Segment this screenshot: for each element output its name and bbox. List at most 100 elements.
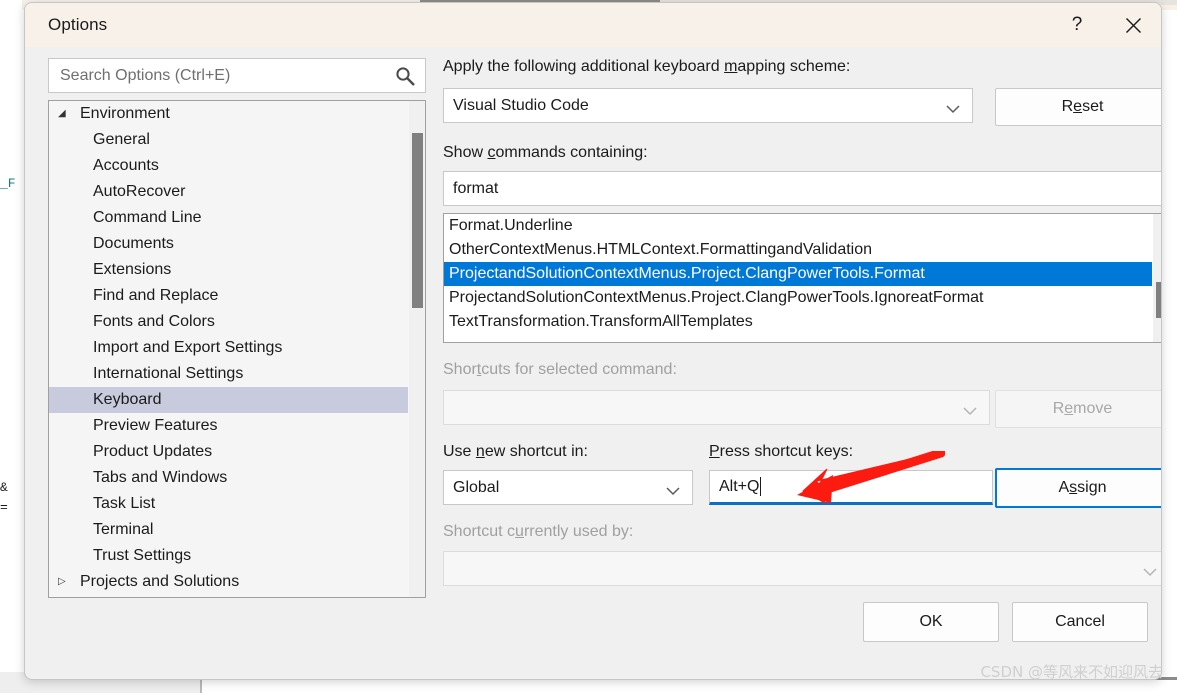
text-caret: [760, 477, 762, 496]
press-shortcut-keys-input[interactable]: Alt+Q: [709, 470, 993, 505]
tree-items-container: ◢ Environment General Accounts AutoRecover Co…: [49, 101, 408, 597]
shortcuts-for-command-label: Shortcuts for selected command:: [443, 361, 677, 378]
command-list-item[interactable]: OtherContextMenus.HTMLContext.Formatting…: [444, 238, 1152, 262]
tree-item-environment[interactable]: ◢ Environment: [49, 101, 408, 127]
chevron-down-icon: [946, 101, 960, 119]
tree-item-label: Find and Replace: [93, 287, 219, 304]
mapping-scheme-combo[interactable]: Visual Studio Code: [443, 88, 973, 123]
ide-code-fragment: _F: [0, 176, 16, 191]
search-icon: [395, 66, 416, 92]
mapping-scheme-value: Visual Studio Code: [453, 96, 589, 114]
use-new-shortcut-combo[interactable]: Global: [443, 470, 693, 505]
tree-item-tabs-and-windows[interactable]: Tabs and Windows: [49, 465, 408, 491]
tree-item-find-and-replace[interactable]: Find and Replace: [49, 283, 408, 309]
tree-item-keyboard[interactable]: Keyboard: [49, 387, 408, 413]
tree-item-label: Projects and Solutions: [80, 573, 240, 590]
tree-item-command-line[interactable]: Command Line: [49, 205, 408, 231]
tree-item-preview-features[interactable]: Preview Features: [49, 413, 408, 439]
press-shortcut-keys-value: Alt+Q: [719, 477, 760, 495]
options-dialog: Options ? Search Options (Ctrl+E) ◢ Envi…: [24, 2, 1162, 680]
tree-item-fonts-and-colors[interactable]: Fonts and Colors: [49, 309, 408, 335]
tree-item-general[interactable]: General: [49, 127, 408, 153]
tree-item-label: Accounts: [93, 157, 159, 174]
shortcuts-for-command-combo[interactable]: [443, 390, 990, 425]
tree-item-autorecover[interactable]: AutoRecover: [49, 179, 408, 205]
remove-button[interactable]: Remove: [995, 390, 1161, 428]
tree-item-documents[interactable]: Documents: [49, 231, 408, 257]
tree-scrollbar[interactable]: [409, 101, 425, 597]
tree-item-label: Preview Features: [93, 417, 218, 434]
tree-item-label: Trust Settings: [93, 547, 192, 564]
cancel-button[interactable]: Cancel: [1012, 602, 1148, 642]
tree-item-label: Keyboard: [93, 391, 162, 408]
tree-item-international-settings[interactable]: International Settings: [49, 361, 408, 387]
ide-editor-left-sliver: _F & =: [0, 0, 22, 693]
command-list-item[interactable]: TextTransformation.TransformAllTemplates: [444, 310, 1152, 334]
chevron-down-icon: [963, 403, 977, 421]
tree-item-task-list[interactable]: Task List: [49, 491, 408, 517]
commands-list-items: Format.Underline OtherContextMenus.HTMLCo…: [444, 214, 1152, 342]
tree-item-extensions[interactable]: Extensions: [49, 257, 408, 283]
titlebar-buttons: ?: [1049, 3, 1161, 47]
tree-item-label: Fonts and Colors: [93, 313, 215, 330]
tree-item-accounts[interactable]: Accounts: [49, 153, 408, 179]
show-commands-label: Show commands containing:: [443, 144, 648, 161]
mapping-scheme-label: Apply the following additional keyboard …: [443, 58, 851, 75]
command-list-item[interactable]: Format.Underline: [444, 214, 1152, 238]
assign-button[interactable]: Assign: [995, 468, 1161, 508]
tree-item-label: Tabs and Windows: [93, 469, 228, 486]
tree-item-label: AutoRecover: [93, 183, 186, 200]
tree-item-trust-settings[interactable]: Trust Settings: [49, 543, 408, 569]
ide-code-fragment: &: [0, 480, 8, 495]
use-new-shortcut-label: Use new shortcut in:: [443, 443, 588, 460]
tree-item-label: Task List: [93, 495, 156, 512]
tree-item-projects-and-solutions[interactable]: ▷ Projects and Solutions: [49, 569, 408, 595]
ok-button-label: OK: [919, 613, 943, 630]
tree-item-label: Extensions: [93, 261, 172, 278]
options-category-tree[interactable]: ◢ Environment General Accounts AutoRecover Co…: [48, 100, 426, 598]
tree-scrollbar-thumb[interactable]: [412, 133, 423, 308]
shortcut-used-by-combo[interactable]: [443, 551, 1161, 586]
show-commands-input[interactable]: format: [443, 171, 1161, 206]
close-icon: [1125, 17, 1141, 33]
remove-button-label: Remove: [1052, 400, 1113, 417]
chevron-down-icon: [666, 483, 680, 501]
commands-list-scrollbar[interactable]: [1153, 214, 1161, 342]
tree-item-product-updates[interactable]: Product Updates: [49, 439, 408, 465]
press-shortcut-keys-label: Press shortcut keys:: [709, 443, 854, 460]
close-button[interactable]: [1105, 3, 1161, 47]
assign-button-label: Assign: [1058, 479, 1107, 496]
reset-button[interactable]: Reset: [995, 88, 1161, 126]
search-options-box[interactable]: [48, 58, 426, 93]
tree-item-label: Product Updates: [93, 443, 213, 460]
tree-item-label: Terminal: [93, 521, 154, 538]
keyboard-options-pane: Apply the following additional keyboard …: [443, 58, 1161, 603]
tree-item-label: Environment: [80, 105, 170, 122]
command-list-item[interactable]: ProjectandSolutionContextMenus.Project.C…: [444, 286, 1152, 310]
expander-expand-icon[interactable]: ▷: [58, 577, 72, 587]
cancel-button-label: Cancel: [1055, 613, 1105, 630]
dialog-titlebar: Options ?: [25, 3, 1161, 47]
question-mark-icon: ?: [1071, 14, 1083, 35]
reset-button-label: Reset: [1061, 98, 1104, 115]
search-input[interactable]: [58, 65, 382, 86]
csdn-watermark: CSDN @等风来不如迎风去: [980, 663, 1163, 681]
use-new-shortcut-value: Global: [453, 478, 500, 496]
dialog-title: Options: [48, 15, 108, 34]
tree-item-label: General: [93, 131, 150, 148]
tree-item-label: Documents: [93, 235, 174, 252]
shortcut-used-by-label: Shortcut currently used by:: [443, 523, 634, 540]
ide-code-fragment: =: [0, 500, 8, 515]
commands-list-scrollbar-thumb[interactable]: [1156, 282, 1161, 318]
tree-item-label: Command Line: [93, 209, 202, 226]
tree-item-label: International Settings: [93, 365, 244, 382]
ok-button[interactable]: OK: [863, 602, 999, 642]
tree-item-import-and-export-settings[interactable]: Import and Export Settings: [49, 335, 408, 361]
commands-listbox[interactable]: Format.Underline OtherContextMenus.HTMLCo…: [443, 213, 1161, 343]
command-list-item[interactable]: ProjectandSolutionContextMenus.Project.C…: [444, 262, 1152, 286]
tree-item-terminal[interactable]: Terminal: [49, 517, 408, 543]
expander-collapse-icon[interactable]: ◢: [58, 109, 72, 119]
tree-item-label: Import and Export Settings: [93, 339, 283, 356]
help-button[interactable]: ?: [1049, 3, 1105, 47]
screen: _F & = Options ? Search Options (Ctrl+E)…: [0, 0, 1177, 693]
